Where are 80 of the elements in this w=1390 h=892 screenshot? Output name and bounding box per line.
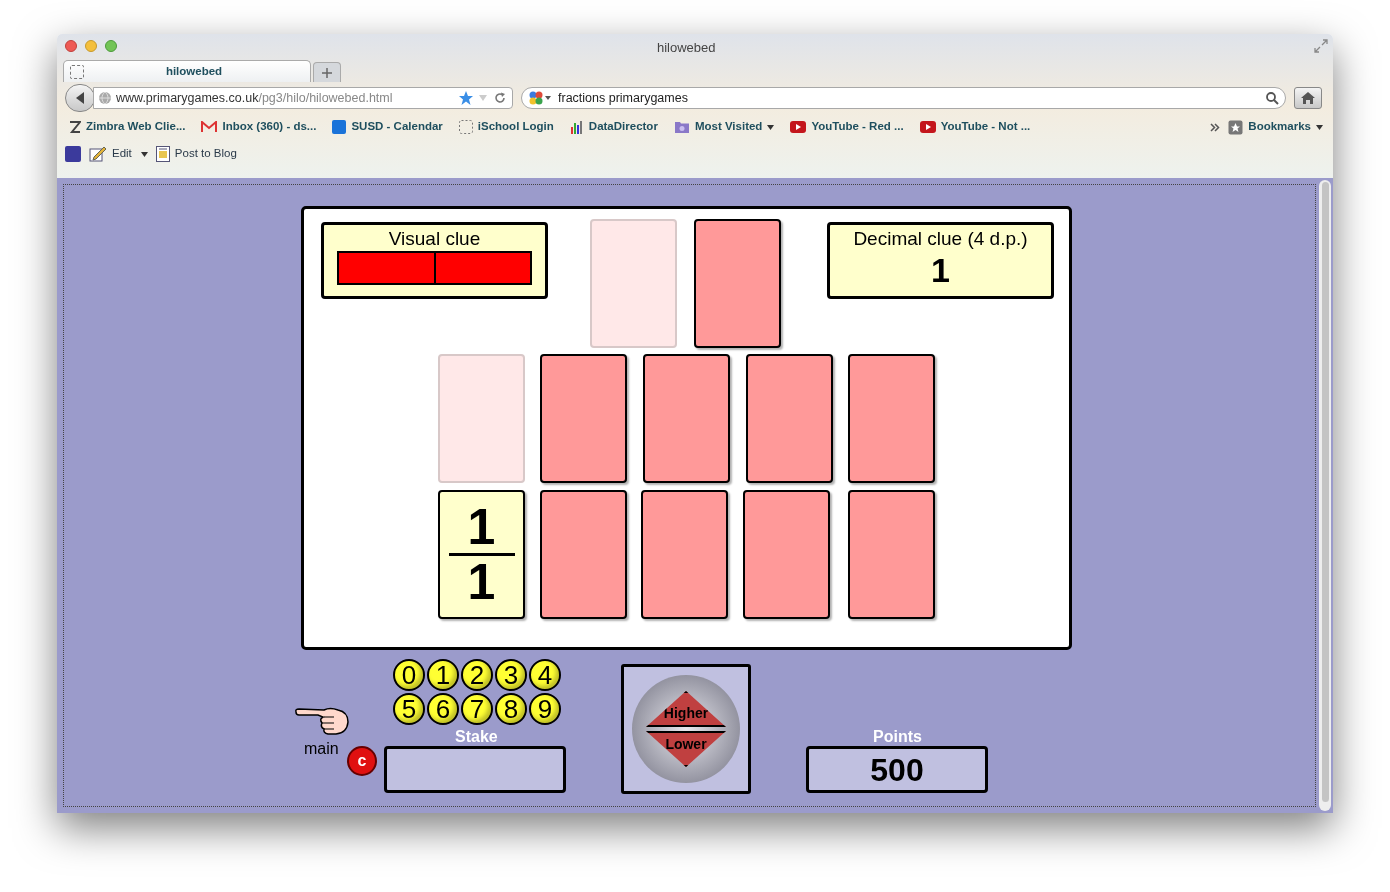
stake-field[interactable] [384,746,566,793]
digit-button[interactable]: 3 [495,659,527,691]
face-down-card[interactable] [743,490,830,619]
edit-icon [89,146,107,162]
lower-button[interactable]: Lower [646,731,726,767]
face-down-card[interactable] [694,219,781,348]
bookmark-link[interactable]: iSchool Login [458,118,554,136]
face-down-card[interactable] [641,490,728,619]
face-down-card[interactable] [643,354,730,483]
digit-button[interactable]: 2 [461,659,493,691]
window-title: hilowebed [657,39,716,57]
toolbar-button[interactable]: Edit [89,145,148,163]
back-button[interactable] [65,84,95,112]
clue-title: Decimal clue (4 d.p.) [853,227,1028,251]
search-field[interactable]: fractions primarygames [521,87,1286,109]
bookmark-link[interactable]: YouTube - Red ... [790,118,904,136]
numerator: 1 [467,503,496,551]
play-icon [790,121,807,133]
clear-button[interactable]: c [347,746,377,776]
home-icon [1300,91,1316,105]
search-engine-icon[interactable] [528,90,552,106]
bookmark-link[interactable]: Most Visited [673,118,775,136]
face-down-card[interactable] [848,354,935,483]
digit-button[interactable]: 4 [529,659,561,691]
denominator: 1 [467,558,496,606]
blog-icon [155,146,170,162]
digit-button[interactable]: 5 [393,693,425,725]
page-icon [458,120,473,134]
digit-button[interactable]: 7 [461,693,493,725]
address-field[interactable]: www.primarygames.co.uk/pg3/hilo/hilowebed.html [93,87,513,109]
close-window-button[interactable] [65,40,77,52]
digit-button[interactable]: 6 [427,693,459,725]
stake-label: Stake [455,727,498,747]
tab[interactable]: hilowebed [63,60,311,82]
toolbar-button[interactable]: Post to Blog [155,145,237,163]
caret-icon [1316,124,1323,130]
star-icon[interactable] [458,90,474,106]
clue-title: Visual clue [388,227,481,251]
caret-icon [140,151,148,157]
face-down-card[interactable] [540,354,627,483]
digit-button[interactable]: 0 [393,659,425,691]
zimbra-icon [67,121,81,133]
play-icon [919,121,936,133]
points-value: 500 [870,750,924,790]
bookmark-link[interactable]: Zimbra Web Clie... [67,118,186,136]
bookmark-link[interactable]: Inbox (360) - ds... [201,118,317,136]
pointing-hand-icon[interactable] [294,706,350,736]
decimal-value: 1 [931,251,950,289]
bookmark-link[interactable]: YouTube - Not ... [919,118,1031,136]
new-tab-button[interactable] [313,62,341,82]
search-icon[interactable] [1266,91,1279,105]
higher-button[interactable]: Higher [646,691,726,727]
digit-button[interactable]: 8 [495,693,527,725]
zoom-window-button[interactable] [105,40,117,52]
digit-button[interactable]: 9 [529,693,561,725]
bookmark-link[interactable]: DataDirector [569,118,658,136]
mail-icon [201,121,218,133]
face-down-card[interactable] [540,490,627,619]
search-text: fractions primarygames [558,89,688,107]
fullscreen-icon[interactable] [1314,39,1328,53]
caret-icon [767,124,775,130]
face-down-card[interactable] [746,354,833,483]
bookmarks-menu[interactable]: Bookmarks [1228,118,1323,136]
url-text: www.primarygames.co.uk/pg3/hilo/hilowebed.html [116,89,393,107]
fraction-card[interactable]: 1 1 [438,490,525,619]
bookmark-link[interactable]: SUSD - Calendar [332,118,443,136]
fraction-line [448,553,515,556]
globe-icon [98,91,112,105]
reload-icon[interactable] [494,92,506,104]
face-down-card[interactable] [848,490,935,619]
star-box-icon [1228,119,1244,135]
digit-button[interactable]: 1 [427,659,459,691]
chevrons-icon[interactable] [1210,122,1221,132]
back-arrow-icon [74,91,86,105]
home-button[interactable] [1294,87,1322,109]
plus-icon [322,67,332,78]
points-label: Points [873,727,922,747]
bar-chart-icon [569,120,584,134]
main-label: main [304,739,339,759]
folder-icon [673,120,690,134]
